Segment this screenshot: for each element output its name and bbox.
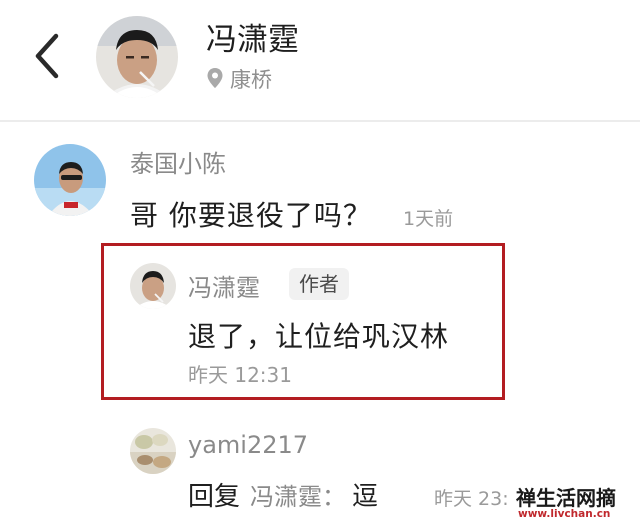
comment-timestamp: 1天前 bbox=[403, 208, 454, 230]
watermark-url: www.livchan.cn bbox=[518, 508, 611, 520]
reply-target-username[interactable]: 冯潇霆： bbox=[250, 483, 346, 511]
author-badge: 作者 bbox=[289, 268, 349, 300]
reply-line: 回复 冯潇霆：逗 bbox=[188, 476, 378, 513]
comment-text: 哥 你要退役了吗？ bbox=[130, 199, 372, 232]
header-username: 冯潇霆 bbox=[206, 22, 299, 58]
author-reply-avatar[interactable] bbox=[130, 263, 176, 309]
commenter-avatar[interactable] bbox=[34, 144, 106, 216]
reply-timestamp: 昨天 23: bbox=[434, 488, 509, 510]
reply-text: 逗 bbox=[352, 482, 379, 512]
author-reply-username[interactable]: 冯潇霆 bbox=[188, 268, 260, 303]
header-location: 康桥 bbox=[230, 68, 272, 92]
reply-prefix: 回复 bbox=[188, 482, 241, 512]
reply-username[interactable]: yami2217 bbox=[188, 431, 308, 459]
watermark-title: 禅生活网摘 bbox=[516, 486, 616, 510]
header-avatar[interactable] bbox=[96, 16, 178, 98]
header-divider bbox=[0, 120, 640, 122]
reply-avatar[interactable] bbox=[130, 428, 176, 474]
commenter-username[interactable]: 泰国小陈 bbox=[130, 144, 226, 179]
location-pin-icon bbox=[207, 68, 223, 88]
back-chevron-icon[interactable] bbox=[30, 30, 66, 82]
author-reply-text: 退了，让位给巩汉林 bbox=[188, 320, 450, 353]
site-watermark: 禅生活网摘 www.livchan.cn bbox=[512, 482, 640, 523]
author-reply-timestamp: 昨天 12:31 bbox=[188, 363, 292, 387]
